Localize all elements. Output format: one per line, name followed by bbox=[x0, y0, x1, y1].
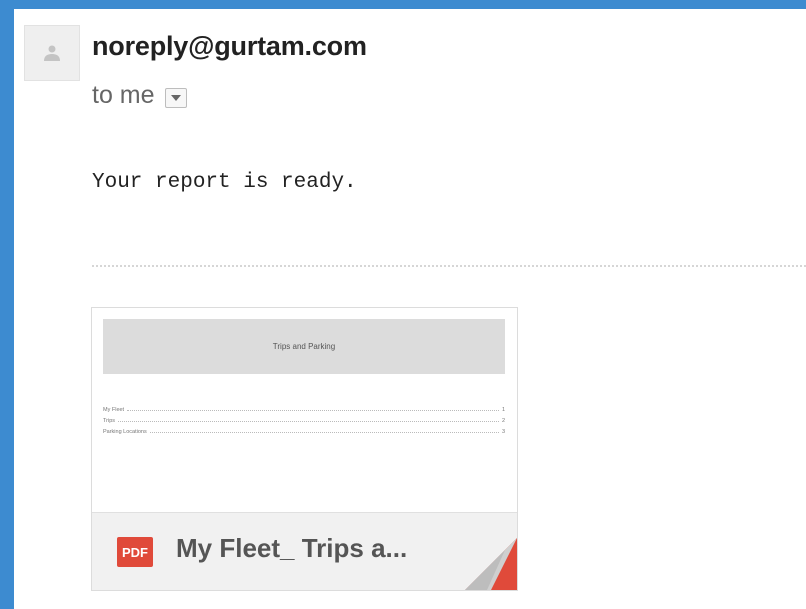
toc-page: 3 bbox=[501, 429, 505, 435]
attachment-file-name[interactable]: My Fleet_ Trips a... bbox=[176, 533, 407, 564]
details-dropdown-button[interactable] bbox=[164, 87, 187, 108]
sender-address[interactable]: noreply@gurtam.com bbox=[92, 31, 367, 62]
sender-avatar[interactable] bbox=[24, 25, 80, 81]
message-body: Your report is ready. bbox=[92, 171, 357, 194]
attachments-divider bbox=[92, 265, 806, 267]
pdf-attachment-card[interactable]: Trips and Parking My Fleet 1 Trips 2 Par… bbox=[91, 307, 518, 591]
toc-label: Parking Locations bbox=[103, 429, 147, 435]
pdf-file-icon: PDF bbox=[117, 537, 153, 567]
toc-leader bbox=[118, 421, 499, 422]
toc-row: My Fleet 1 bbox=[103, 402, 505, 413]
person-silhouette-icon bbox=[44, 45, 60, 61]
toc-label: My Fleet bbox=[103, 407, 125, 413]
toc-leader bbox=[127, 410, 499, 411]
toc-page: 2 bbox=[501, 418, 505, 424]
attachment-footer[interactable]: PDF My Fleet_ Trips a... bbox=[92, 512, 517, 590]
preview-title: Trips and Parking bbox=[103, 319, 505, 374]
toc-row: Parking Locations 3 bbox=[103, 424, 505, 435]
caret-down-icon bbox=[170, 94, 181, 101]
toc-page: 1 bbox=[501, 407, 505, 413]
email-message-panel: noreply@gurtam.com to me Your report is … bbox=[14, 9, 806, 609]
toc-row: Trips 2 bbox=[103, 413, 505, 424]
toc-leader bbox=[149, 432, 499, 433]
preview-toc: My Fleet 1 Trips 2 Parking Locations 3 bbox=[103, 402, 505, 435]
toc-label: Trips bbox=[103, 418, 116, 424]
recipient-row: to me bbox=[92, 81, 187, 110]
recipient-label: to me bbox=[92, 81, 155, 109]
page-fold-corner-icon bbox=[465, 538, 517, 590]
